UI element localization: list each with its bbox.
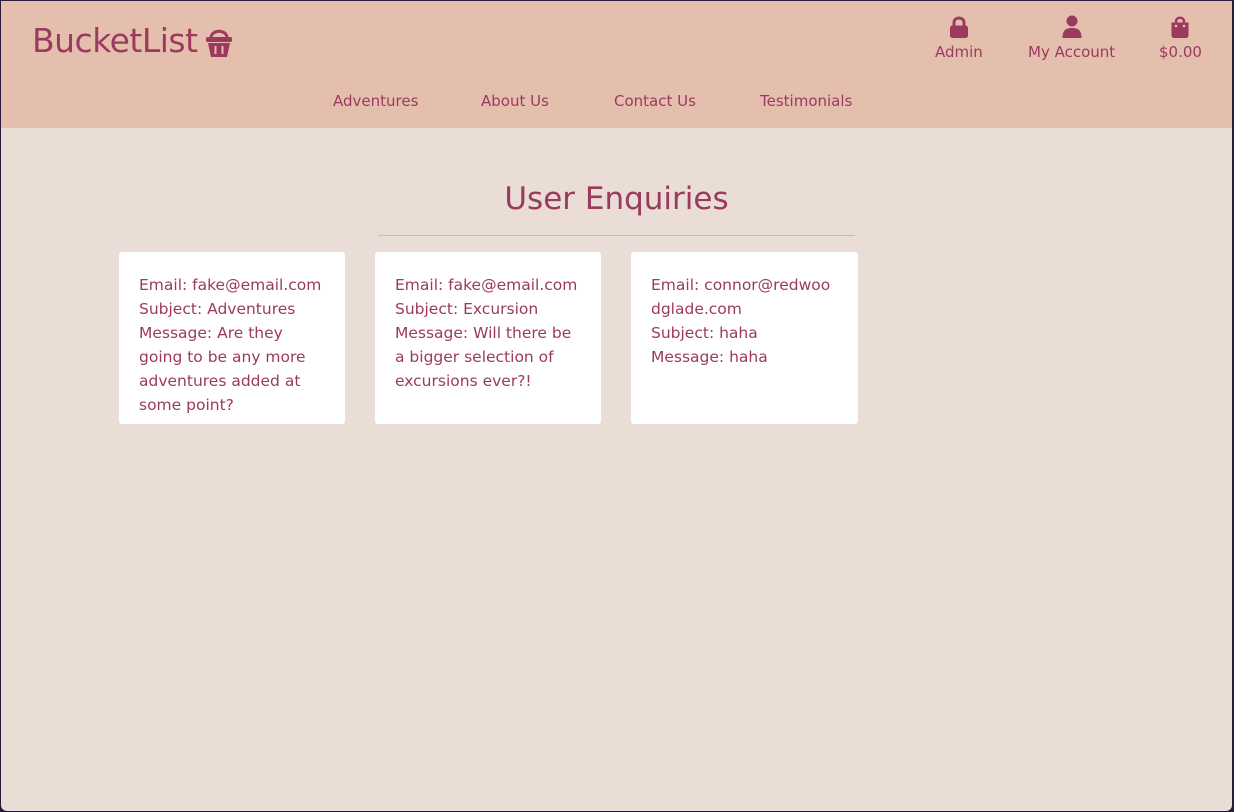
enquiry-email: Email: fake@email.com [139,273,327,297]
admin-label: Admin [935,43,983,61]
enquiry-email: Email: connor@redwoodglade.com [651,273,840,321]
email-value: fake@email.com [192,276,322,294]
enquiry-message: Message: Are they going to be any more a… [139,321,327,417]
subject-label: Subject: [651,324,715,342]
subject-value: Excursion [463,300,539,318]
my-account-label: My Account [1028,43,1116,61]
admin-link[interactable]: Admin [935,15,983,61]
page-title: User Enquiries [504,181,729,217]
cart-link[interactable]: $0.00 [1159,15,1202,61]
enquiry-subject: Subject: Adventures [139,297,327,321]
email-label: Email: [395,276,444,294]
email-label: Email: [139,276,188,294]
enquiry-card: Email: fake@email.com Subject: Excursion… [375,252,601,424]
subject-value: haha [719,324,758,342]
site-header: BucketList Admin My Account $0.00 Advent… [1,1,1232,128]
brand-logo-link[interactable]: BucketList [32,21,233,61]
message-label: Message: [651,348,725,366]
title-divider [378,235,855,236]
enquiry-email: Email: fake@email.com [395,273,583,297]
email-value: fake@email.com [448,276,578,294]
message-value: haha [729,348,768,366]
email-label: Email: [651,276,700,294]
subject-label: Subject: [139,300,203,318]
enquiry-message: Message: haha [651,345,840,369]
subject-value: Adventures [207,300,296,318]
main-nav: Adventures About Us Contact Us Testimoni… [1,91,1232,111]
lock-icon [949,16,968,38]
message-label: Message: [395,324,469,342]
enquiry-subject: Subject: haha [651,321,840,345]
subject-label: Subject: [395,300,459,318]
enquiry-card: Email: fake@email.com Subject: Adventure… [119,252,345,424]
nav-link-about-us[interactable]: About Us [481,91,549,111]
shopping-bag-icon [1171,16,1189,38]
nav-link-adventures[interactable]: Adventures [333,91,418,111]
browser-viewport: BucketList Admin My Account $0.00 Advent… [1,1,1232,811]
user-icon [1062,15,1082,38]
enquiry-subject: Subject: Excursion [395,297,583,321]
brand-name: BucketList [32,21,198,60]
enquiry-message: Message: Will there be a bigger selectio… [395,321,583,393]
my-account-link[interactable]: My Account [1028,15,1115,61]
nav-link-testimonials[interactable]: Testimonials [760,91,852,111]
message-label: Message: [139,324,213,342]
enquiry-card: Email: connor@redwoodglade.com Subject: … [631,252,858,424]
shopping-basket-icon [205,29,232,57]
cart-total: $0.00 [1159,43,1202,61]
nav-link-contact-us[interactable]: Contact Us [614,91,696,111]
